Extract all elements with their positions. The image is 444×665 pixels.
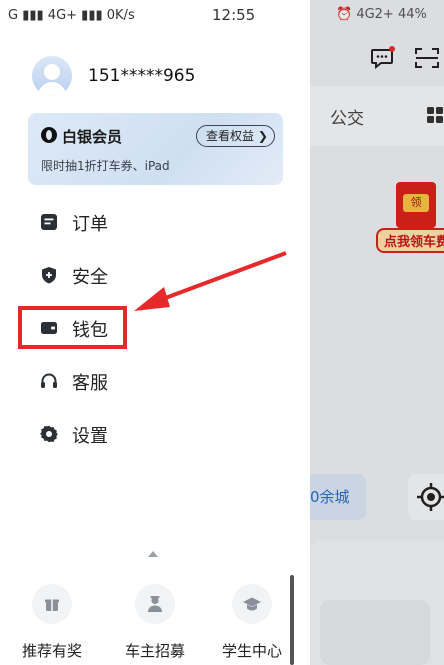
background-dim-overlay[interactable] — [310, 0, 444, 665]
gift-icon — [45, 599, 59, 611]
status-bar: G ▮▮▮ 4G+ ▮▮▮ 0K/s 12:55 — [0, 0, 310, 32]
drawer-scrollbar[interactable] — [290, 575, 294, 665]
avatar[interactable] — [32, 56, 72, 96]
menu-label-customer-service: 客服 — [72, 373, 108, 394]
vip-title: 白银会员 — [62, 128, 123, 146]
order-icon — [41, 214, 57, 230]
avatar-body — [38, 82, 66, 96]
side-drawer: G ▮▮▮ 4G+ ▮▮▮ 0K/s 12:55 151*****965 白银会… — [0, 0, 310, 665]
status-signal: G ▮▮▮ 4G+ ▮▮▮ 0K/s — [8, 8, 135, 23]
shortcut-referral-circle — [32, 584, 72, 624]
expand-up-icon[interactable] — [148, 551, 158, 557]
user-phone: 151*****965 — [88, 66, 196, 86]
vip-card[interactable]: 白银会员 查看权益 ❯ 限时抽1折打车券、iPad — [28, 113, 283, 185]
shortcut-student-label: 学生中心 — [221, 642, 282, 660]
shortcut-referral-label: 推荐有奖 — [21, 642, 82, 660]
menu-label-settings: 设置 — [72, 426, 108, 447]
graduation-cap-icon — [243, 597, 261, 611]
status-time: 12:55 — [212, 6, 256, 24]
driver-icon — [148, 596, 162, 612]
shortcut-student-center[interactable]: 学生中心 — [210, 584, 294, 665]
bottom-shortcuts: 推荐有奖 车主招募 学生中心 — [0, 584, 290, 665]
vip-badge-icon — [41, 127, 57, 143]
shield-icon — [42, 267, 56, 284]
wallet-highlight-annotation — [18, 306, 127, 349]
menu-item-orders[interactable]: 订单 — [38, 202, 238, 242]
shortcut-driver-recruit[interactable]: 车主招募 — [113, 584, 197, 665]
menu-item-customer-service[interactable]: 客服 — [38, 361, 238, 401]
gear-icon — [40, 425, 58, 443]
menu-label-security: 安全 — [72, 267, 108, 288]
avatar-head — [44, 64, 60, 80]
shortcut-referral[interactable]: 推荐有奖 — [10, 584, 94, 665]
shortcut-driver-label: 车主招募 — [124, 642, 185, 660]
shortcut-driver-circle — [135, 584, 175, 624]
shortcut-student-circle — [232, 584, 272, 624]
profile-row[interactable]: 151*****965 — [32, 56, 292, 100]
vip-subtitle: 限时抽1折打车券、iPad — [41, 159, 170, 173]
annotation-arrow — [134, 251, 287, 311]
menu-label-orders: 订单 — [72, 214, 108, 235]
background-home-screen: ⏰ 4G2+ 44% 公交 领 点我领车费 0余城 — [310, 0, 444, 665]
menu-item-settings[interactable]: 设置 — [38, 414, 238, 454]
view-benefits-button[interactable]: 查看权益 ❯ — [196, 125, 275, 147]
headset-icon — [41, 373, 57, 388]
